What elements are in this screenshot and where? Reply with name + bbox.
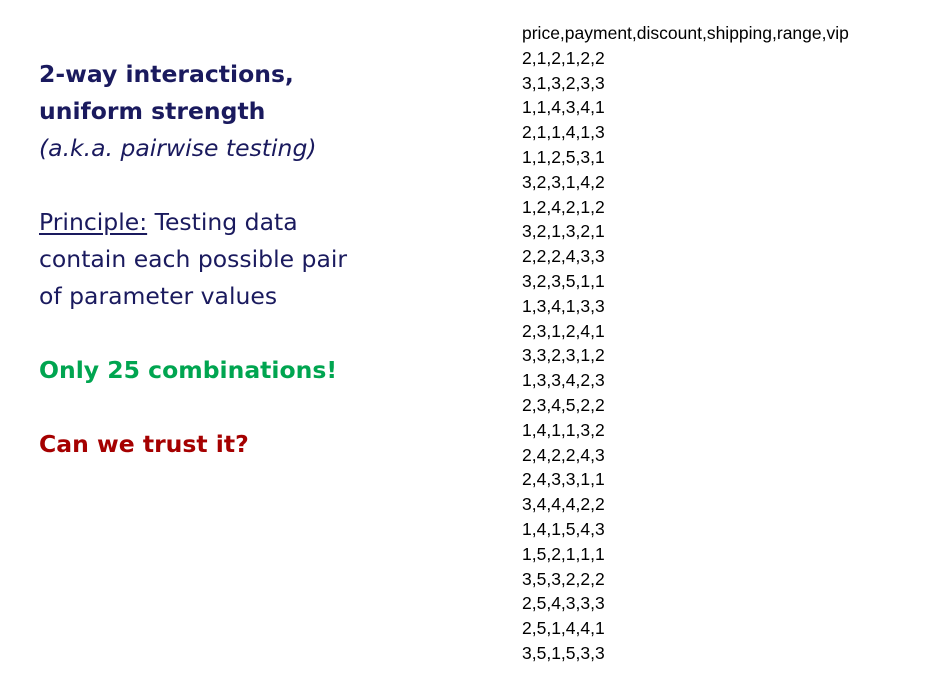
csv-row: 1,3,3,4,2,3 [522,370,605,391]
csv-row: 2,4,2,2,4,3 [522,444,605,465]
csv-row: 1,4,1,5,4,3 [522,518,605,539]
csv-listing: price,payment,discount,shipping,range,vi… [522,21,849,666]
subheading: (a.k.a. pairwise testing) [39,134,317,162]
csv-row: 2,5,4,3,3,3 [522,593,605,614]
trust-question: Can we trust it? [39,430,249,458]
csv-row: 1,5,2,1,1,1 [522,543,605,564]
csv-row: 3,3,2,3,1,2 [522,345,605,366]
slide-text-panel: 2-way interactions, uniform strength (a.… [39,56,479,463]
csv-row: 2,3,1,2,4,1 [522,320,605,341]
csv-row: 2,5,1,4,4,1 [522,618,605,639]
principle-line-3: of parameter values [39,282,278,310]
csv-row: 1,1,2,5,3,1 [522,146,605,167]
csv-header: price,payment,discount,shipping,range,vi… [522,23,849,43]
principle-label: Principle: [39,208,148,236]
csv-row: 3,2,3,5,1,1 [522,270,605,291]
csv-row: 1,2,4,2,1,2 [522,196,605,217]
principle-text-1: Testing data [147,208,298,236]
csv-row: 2,1,1,4,1,3 [522,122,605,143]
principle-line-1: Principle: Testing data [39,204,479,241]
csv-row: 1,1,4,3,4,1 [522,97,605,118]
csv-row: 2,1,2,1,2,2 [522,47,605,68]
csv-row: 2,2,2,4,3,3 [522,246,605,267]
heading-line-1: 2-way interactions, [39,60,294,88]
principle-line-2: contain each possible pair [39,245,348,273]
csv-row: 3,2,3,1,4,2 [522,171,605,192]
csv-row: 3,4,4,4,2,2 [522,494,605,515]
csv-row: 3,5,3,2,2,2 [522,568,605,589]
csv-row: 3,5,1,5,3,3 [522,642,605,663]
combinations-note: Only 25 combinations! [39,356,338,384]
csv-row: 1,3,4,1,3,3 [522,295,605,316]
heading-line-2: uniform strength [39,97,266,125]
csv-row: 2,3,4,5,2,2 [522,394,605,415]
csv-row: 3,2,1,3,2,1 [522,221,605,242]
csv-row: 3,1,3,2,3,3 [522,72,605,93]
csv-row: 1,4,1,1,3,2 [522,419,605,440]
csv-row: 2,4,3,3,1,1 [522,469,605,490]
